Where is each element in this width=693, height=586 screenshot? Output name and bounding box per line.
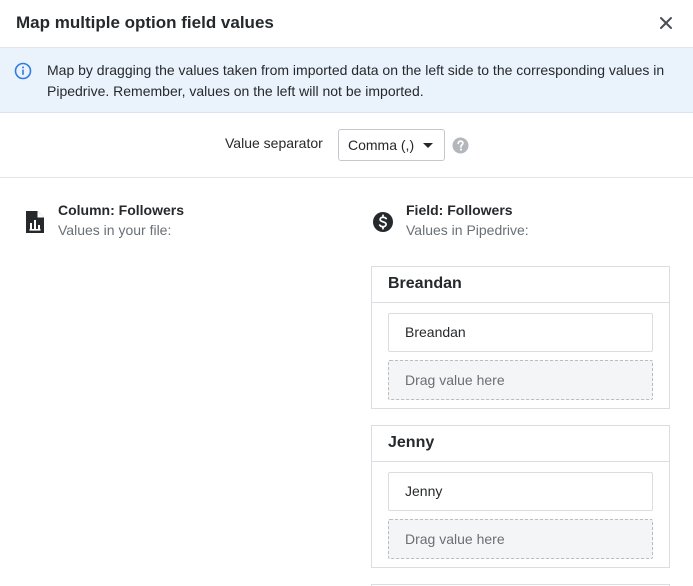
info-message: Map by dragging the values taken from im… [47, 62, 665, 99]
modal-header: Map multiple option field values [0, 0, 693, 48]
close-button[interactable] [657, 14, 675, 32]
file-chart-icon [25, 210, 47, 233]
value-group-breandan: Breandan Breandan Drag value here [371, 266, 670, 409]
value-separator-select[interactable]: Comma (,) [338, 129, 445, 161]
value-group-title: Jenny [372, 426, 669, 462]
value-separator-selected: Comma (,) [348, 137, 415, 153]
close-icon [660, 17, 672, 29]
draggable-value[interactable]: Breandan [388, 313, 653, 352]
caret-down-icon [423, 143, 433, 148]
currency-icon [372, 211, 394, 233]
drop-zone[interactable]: Drag value here [388, 519, 653, 559]
help-button[interactable] [452, 137, 469, 154]
value-group-title: Breandan [372, 267, 669, 303]
map-values-modal: Map multiple option field values Map by … [0, 0, 693, 586]
file-column-subtitle: Values in your file: [58, 222, 172, 238]
value-group-jenny: Jenny Jenny Drag value here [371, 425, 670, 568]
value-separator-label: Value separator [225, 135, 323, 151]
info-banner: Map by dragging the values taken from im… [0, 48, 693, 113]
question-mark-icon [452, 137, 469, 154]
pipedrive-field-title: Field: Followers [406, 202, 513, 218]
drop-zone[interactable]: Drag value here [388, 360, 653, 400]
file-column-title: Column: Followers [58, 202, 184, 218]
modal-title: Map multiple option field values [16, 13, 274, 32]
info-icon [14, 62, 32, 80]
pipedrive-field-subtitle: Values in Pipedrive: [406, 222, 529, 238]
value-separator-row: Value separator Comma (,) [0, 113, 693, 178]
draggable-value[interactable]: Jenny [388, 472, 653, 511]
